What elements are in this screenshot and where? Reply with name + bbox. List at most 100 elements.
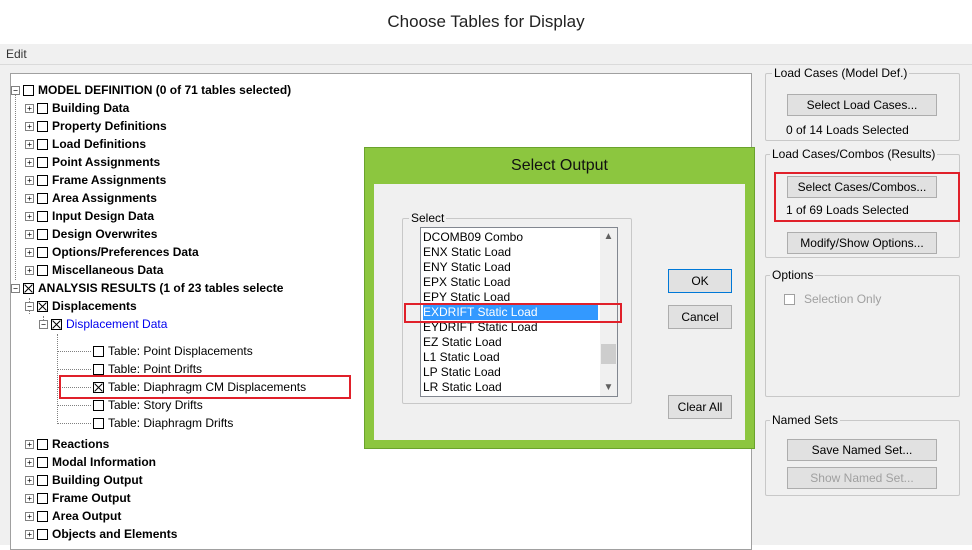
highlight-box [59, 375, 351, 399]
menu-bar: Edit [0, 44, 972, 65]
checkbox[interactable] [37, 246, 48, 258]
group-title: Load Cases (Model Def.) [772, 66, 910, 80]
scroll-down-icon[interactable]: ▼ [600, 379, 617, 396]
node-label: Miscellaneous Data [52, 263, 164, 277]
checkbox[interactable] [37, 192, 48, 204]
checked-checkbox[interactable] [23, 282, 34, 294]
save-named-set-button[interactable]: Save Named Set... [787, 439, 937, 461]
expand-icon[interactable]: + [25, 157, 34, 167]
tree-node-area-assignments[interactable]: + Area Assignments [25, 189, 157, 207]
checked-checkbox[interactable] [51, 318, 62, 330]
expand-icon[interactable]: + [25, 265, 34, 275]
checkbox[interactable] [93, 345, 104, 357]
checkbox[interactable] [37, 138, 48, 150]
show-named-set-button[interactable]: Show Named Set... [787, 467, 937, 489]
expand-icon[interactable]: + [25, 493, 34, 503]
checkbox[interactable] [37, 120, 48, 132]
modify-show-options-button[interactable]: Modify/Show Options... [787, 232, 937, 254]
selection-only-label: Selection Only [804, 292, 882, 306]
checkbox[interactable] [37, 474, 48, 486]
tree-node-frame-assignments[interactable]: + Frame Assignments [25, 171, 166, 189]
checkbox[interactable] [37, 264, 48, 276]
expand-icon[interactable]: + [25, 139, 34, 149]
scroll-up-icon[interactable]: ▲ [600, 228, 617, 245]
group-title: Named Sets [770, 413, 841, 427]
checked-checkbox[interactable] [37, 300, 48, 312]
scroll-thumb[interactable] [601, 344, 616, 364]
checkbox[interactable] [37, 528, 48, 540]
expand-icon[interactable]: + [25, 511, 34, 521]
tree-node-frame-output[interactable]: + Frame Output [25, 489, 131, 507]
node-label: Modal Information [52, 455, 156, 469]
highlight-box [404, 303, 622, 323]
checkbox[interactable] [37, 492, 48, 504]
tree-leaf-point-displacements[interactable]: Table: Point Displacements [93, 342, 253, 360]
list-item[interactable]: ENY Static Load [423, 260, 598, 275]
list-item[interactable]: LR Static Load [423, 380, 598, 395]
tree-node-design-overwrites[interactable]: + Design Overwrites [25, 225, 157, 243]
checkbox[interactable] [93, 417, 104, 429]
expand-icon[interactable]: + [25, 121, 34, 131]
tree-leaf-diaphragm-drifts[interactable]: Table: Diaphragm Drifts [93, 414, 233, 432]
tree-node-options-preferences[interactable]: + Options/Preferences Data [25, 243, 199, 261]
tree-node-input-design-data[interactable]: + Input Design Data [25, 207, 154, 225]
node-label: ANALYSIS RESULTS (1 of 23 tables selecte [38, 281, 284, 295]
checkbox[interactable] [37, 102, 48, 114]
tree-node-displacement-data[interactable]: − Displacement Data [39, 315, 167, 333]
expand-icon[interactable]: + [25, 103, 34, 113]
expand-icon[interactable]: + [25, 439, 34, 449]
selection-only-checkbox[interactable] [784, 294, 795, 305]
collapse-icon[interactable]: − [39, 319, 48, 329]
expand-icon[interactable]: + [25, 457, 34, 467]
tree-node-displacements[interactable]: − Displacements [25, 297, 137, 315]
list-item[interactable]: ENX Static Load [423, 245, 598, 260]
tree-line [57, 405, 91, 406]
tree-node-building-data[interactable]: + Building Data [25, 99, 129, 117]
tree-node-objects-elements[interactable]: + Objects and Elements [25, 525, 177, 543]
clear-all-button[interactable]: Clear All [668, 395, 732, 419]
menu-edit[interactable]: Edit [6, 47, 27, 61]
collapse-icon[interactable]: − [11, 85, 20, 95]
window-title: Choose Tables for Display [0, 0, 972, 44]
expand-icon[interactable]: + [25, 247, 34, 257]
expand-icon[interactable]: + [25, 193, 34, 203]
tree-node-building-output[interactable]: + Building Output [25, 471, 143, 489]
tree-line [57, 351, 91, 352]
checkbox[interactable] [93, 399, 104, 411]
collapse-icon[interactable]: − [25, 301, 34, 311]
tree-node-model-definition[interactable]: − MODEL DEFINITION (0 of 71 tables selec… [11, 81, 291, 99]
checkbox[interactable] [37, 228, 48, 240]
checkbox[interactable] [37, 510, 48, 522]
list-item[interactable]: LP Static Load [423, 365, 598, 380]
tree-node-misc-data[interactable]: + Miscellaneous Data [25, 261, 163, 279]
select-load-cases-button[interactable]: Select Load Cases... [787, 94, 937, 116]
tree-node-area-output[interactable]: + Area Output [25, 507, 121, 525]
expand-icon[interactable]: + [25, 175, 34, 185]
list-item[interactable]: L1 Static Load [423, 350, 598, 365]
collapse-icon[interactable]: − [11, 283, 20, 293]
checkbox[interactable] [37, 456, 48, 468]
tree-node-modal-information[interactable]: + Modal Information [25, 453, 156, 471]
checkbox[interactable] [37, 438, 48, 450]
ok-button[interactable]: OK [668, 269, 732, 293]
tree-node-point-assignments[interactable]: + Point Assignments [25, 153, 160, 171]
list-item[interactable]: DCOMB09 Combo [423, 230, 598, 245]
cancel-button[interactable]: Cancel [668, 305, 732, 329]
tree-line [15, 90, 16, 280]
expand-icon[interactable]: + [25, 475, 34, 485]
expand-icon[interactable]: + [25, 211, 34, 221]
tree-node-load-definitions[interactable]: + Load Definitions [25, 135, 146, 153]
tree-node-reactions[interactable]: + Reactions [25, 435, 109, 453]
checkbox[interactable] [37, 156, 48, 168]
list-item[interactable]: EZ Static Load [423, 335, 598, 350]
checkbox[interactable] [93, 363, 104, 375]
expand-icon[interactable]: + [25, 529, 34, 539]
expand-icon[interactable]: + [25, 229, 34, 239]
checkbox[interactable] [37, 210, 48, 222]
node-label: Displacement Data [66, 317, 168, 331]
tree-node-property-definitions[interactable]: + Property Definitions [25, 117, 167, 135]
checkbox[interactable] [23, 84, 34, 96]
tree-node-analysis-results[interactable]: − ANALYSIS RESULTS (1 of 23 tables selec… [11, 279, 283, 297]
checkbox[interactable] [37, 174, 48, 186]
list-item[interactable]: EPX Static Load [423, 275, 598, 290]
